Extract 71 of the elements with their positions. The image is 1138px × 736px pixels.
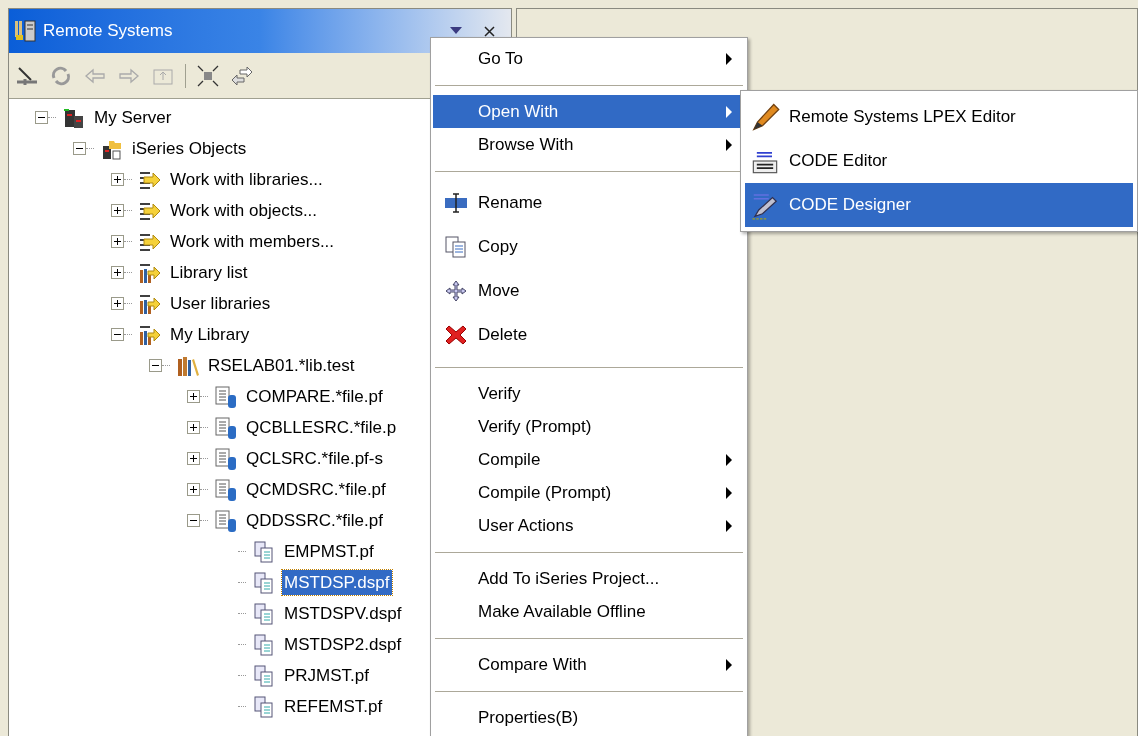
document-icon	[252, 632, 276, 657]
tree-item[interactable]: QCLSRC.*file.pf-s	[244, 445, 385, 472]
menu-item[interactable]: User Actions	[433, 509, 745, 542]
tree-item[interactable]: Work with libraries...	[168, 166, 325, 193]
move-icon	[443, 279, 468, 303]
menu-item[interactable]: Make Available Offline	[433, 595, 745, 628]
menu-item[interactable]: Verify	[433, 377, 745, 410]
collapse-all-icon	[196, 63, 220, 88]
document-icon	[252, 539, 276, 564]
tree-item[interactable]: MSTDSPV.dspf	[282, 600, 404, 627]
tree-item[interactable]: QCMDSRC.*file.pf	[244, 476, 388, 503]
tree-item[interactable]: Work with members...	[168, 228, 337, 255]
close-icon[interactable]	[484, 25, 495, 37]
pencil-icon	[750, 102, 780, 132]
tree-item[interactable]: MSTDSP2.dspf	[282, 631, 404, 658]
view-menu-icon[interactable]	[450, 27, 462, 35]
copy-icon	[443, 235, 468, 259]
expand-toggle[interactable]	[187, 483, 200, 496]
tree-item[interactable]: Library list	[168, 259, 250, 286]
menu-item[interactable]: Verify (Prompt)	[433, 410, 745, 443]
collapse-toggle[interactable]	[73, 142, 86, 155]
file-database-icon	[214, 477, 238, 502]
tree-item[interactable]: QDDSSRC.*file.pf	[244, 507, 385, 534]
menu-item[interactable]: Compile	[433, 443, 745, 476]
view-title: Remote Systems	[43, 20, 173, 43]
expand-toggle[interactable]	[111, 204, 124, 217]
expand-toggle[interactable]	[187, 452, 200, 465]
file-database-icon	[214, 446, 238, 471]
tree-item[interactable]: REFEMST.pf	[282, 693, 385, 720]
rename-icon	[443, 191, 468, 215]
tree-item[interactable]: EMPMST.pf	[282, 538, 376, 565]
tree-item[interactable]: PRJMST.pf	[282, 662, 372, 689]
document-icon	[252, 570, 276, 595]
menu-item[interactable]: CODE Designer	[745, 183, 1133, 227]
delete-icon	[443, 323, 468, 347]
expand-toggle[interactable]	[111, 297, 124, 310]
menu-item[interactable]: Go To	[433, 42, 745, 75]
expand-toggle[interactable]	[187, 390, 200, 403]
tree-item[interactable]: Work with objects...	[168, 197, 320, 224]
expand-toggle[interactable]	[111, 173, 124, 186]
menu-item[interactable]: Properties(B)	[433, 701, 745, 734]
tree-item[interactable]: MSTDSP.dspf	[282, 569, 392, 596]
tree-item[interactable]: QCBLLESRC.*file.p	[244, 414, 399, 441]
menu-item[interactable]: CODE Editor	[745, 139, 1133, 183]
tree-item[interactable]: RSELAB01.*lib.test	[206, 352, 357, 379]
file-database-icon	[214, 415, 238, 440]
tree-item[interactable]: iSeries Objects	[130, 135, 249, 162]
document-icon	[252, 663, 276, 688]
menu-item[interactable]: Copy	[433, 225, 745, 269]
view-icon	[13, 19, 37, 43]
menu-item[interactable]: Compile (Prompt)	[433, 476, 745, 509]
menu-item[interactable]: Compare With	[433, 648, 745, 681]
file-database-icon	[214, 384, 238, 409]
collapse-toggle[interactable]	[149, 359, 162, 372]
expand-toggle[interactable]	[187, 421, 200, 434]
collapse-toggle[interactable]	[35, 111, 48, 124]
document-icon	[252, 694, 276, 719]
tree-item[interactable]: My Library	[168, 321, 252, 348]
menu-item[interactable]: Move	[433, 269, 745, 313]
collapse-toggle[interactable]	[111, 328, 124, 341]
menu-item[interactable]: Add To iSeries Project...	[433, 562, 745, 595]
menu-item[interactable]: Remote Systems LPEX Editor	[745, 95, 1133, 139]
tree-item[interactable]: COMPARE.*file.pf	[244, 383, 385, 410]
document-icon	[252, 601, 276, 626]
expand-toggle[interactable]	[111, 235, 124, 248]
tree-item[interactable]: My Server	[92, 104, 174, 131]
expand-toggle[interactable]	[111, 266, 124, 279]
tree-item[interactable]: User libraries	[168, 290, 273, 317]
menu-item[interactable]: Delete	[433, 313, 745, 357]
collapse-toggle[interactable]	[187, 514, 200, 527]
file-database-icon	[214, 508, 238, 533]
